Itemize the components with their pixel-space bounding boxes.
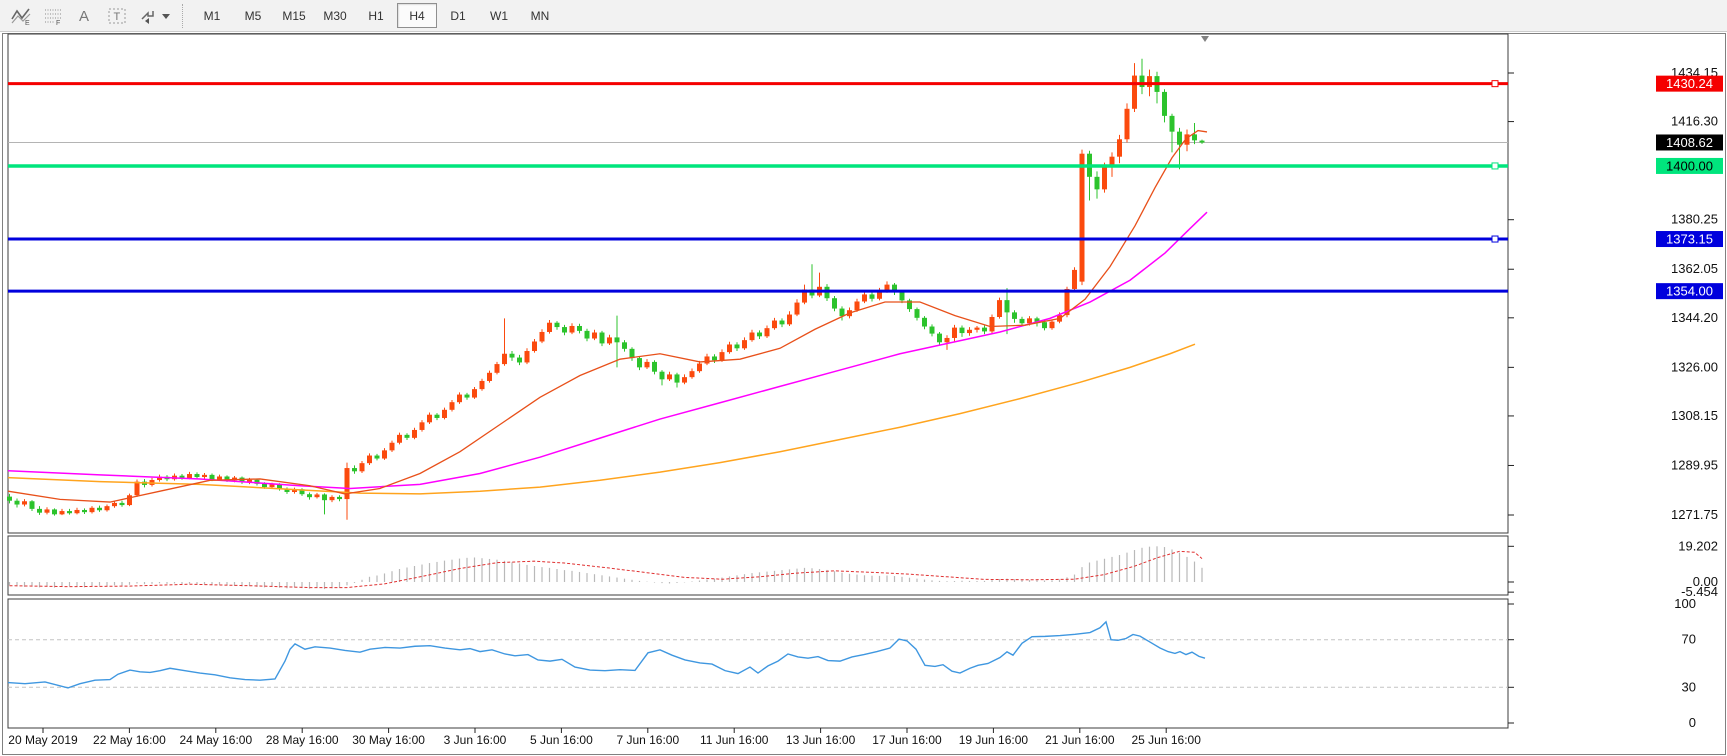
time-tick-label: 20 May 2019 — [8, 733, 78, 747]
price-tick-label: 1416.30 — [1671, 114, 1718, 129]
time-tick-label: 28 May 16:00 — [266, 733, 339, 747]
mt4-terminal: { "toolbar": { "icon_buttons": [ {"name"… — [0, 0, 1727, 756]
time-tick-label: 24 May 16:00 — [179, 733, 252, 747]
time-tick-label: 25 Jun 16:00 — [1131, 733, 1201, 747]
price-label-1354.00: 1354.00 — [1666, 284, 1713, 299]
time-tick-label: 19 Jun 16:00 — [959, 733, 1029, 747]
price-axis[interactable]: 1434.151416.301380.251362.051344.201326.… — [1508, 65, 1723, 522]
hline-handle[interactable] — [1492, 163, 1498, 169]
rsi-pane[interactable] — [8, 599, 1508, 728]
price-label-1400.00: 1400.00 — [1666, 158, 1713, 173]
time-tick-label: 5 Jun 16:00 — [530, 733, 593, 747]
time-axis[interactable]: 20 May 2019 22 May 16:00 24 May 16:00 28 Ma… — [8, 728, 1201, 747]
hline-handle[interactable] — [1492, 81, 1498, 87]
price-tick-label: 1308.15 — [1671, 408, 1718, 423]
price-tick-label: 1380.25 — [1671, 212, 1718, 227]
pane-borders — [8, 34, 1508, 728]
time-tick-label: 13 Jun 16:00 — [786, 733, 856, 747]
price-tick-label: 1326.00 — [1671, 359, 1718, 374]
price-tick-label: 1271.75 — [1671, 507, 1718, 522]
chart-canvas[interactable]: 1434.151416.301380.251362.051344.201326.… — [0, 0, 1727, 756]
time-tick-label: 21 Jun 16:00 — [1045, 733, 1115, 747]
time-tick-label: 30 May 16:00 — [352, 733, 425, 747]
price-label-1373.15: 1373.15 — [1666, 232, 1713, 247]
time-tick-label: 17 Jun 16:00 — [872, 733, 942, 747]
rsi-axis-label: 100 — [1674, 596, 1696, 611]
price-tick-label: 1289.95 — [1671, 457, 1718, 472]
time-tick-label: 22 May 16:00 — [93, 733, 166, 747]
rsi-axis-label: 30 — [1682, 679, 1696, 694]
price-label-1430.24: 1430.24 — [1666, 76, 1713, 91]
price-tick-label: 1344.20 — [1671, 310, 1718, 325]
price-tick-label: 1362.05 — [1671, 261, 1718, 276]
time-tick-label: 11 Jun 16:00 — [700, 733, 769, 747]
price-label-1408.62: 1408.62 — [1666, 135, 1713, 150]
main-pane[interactable] — [8, 34, 1508, 533]
rsi-axis-label: 70 — [1682, 632, 1696, 647]
hline-handle[interactable] — [1492, 236, 1498, 242]
rsi-axis-label: 0 — [1689, 715, 1696, 730]
macd-pane[interactable] — [8, 536, 1508, 595]
time-tick-label: 7 Jun 16:00 — [616, 733, 679, 747]
time-tick-label: 3 Jun 16:00 — [444, 733, 507, 747]
macd-axis-label: 19.202 — [1678, 538, 1718, 553]
